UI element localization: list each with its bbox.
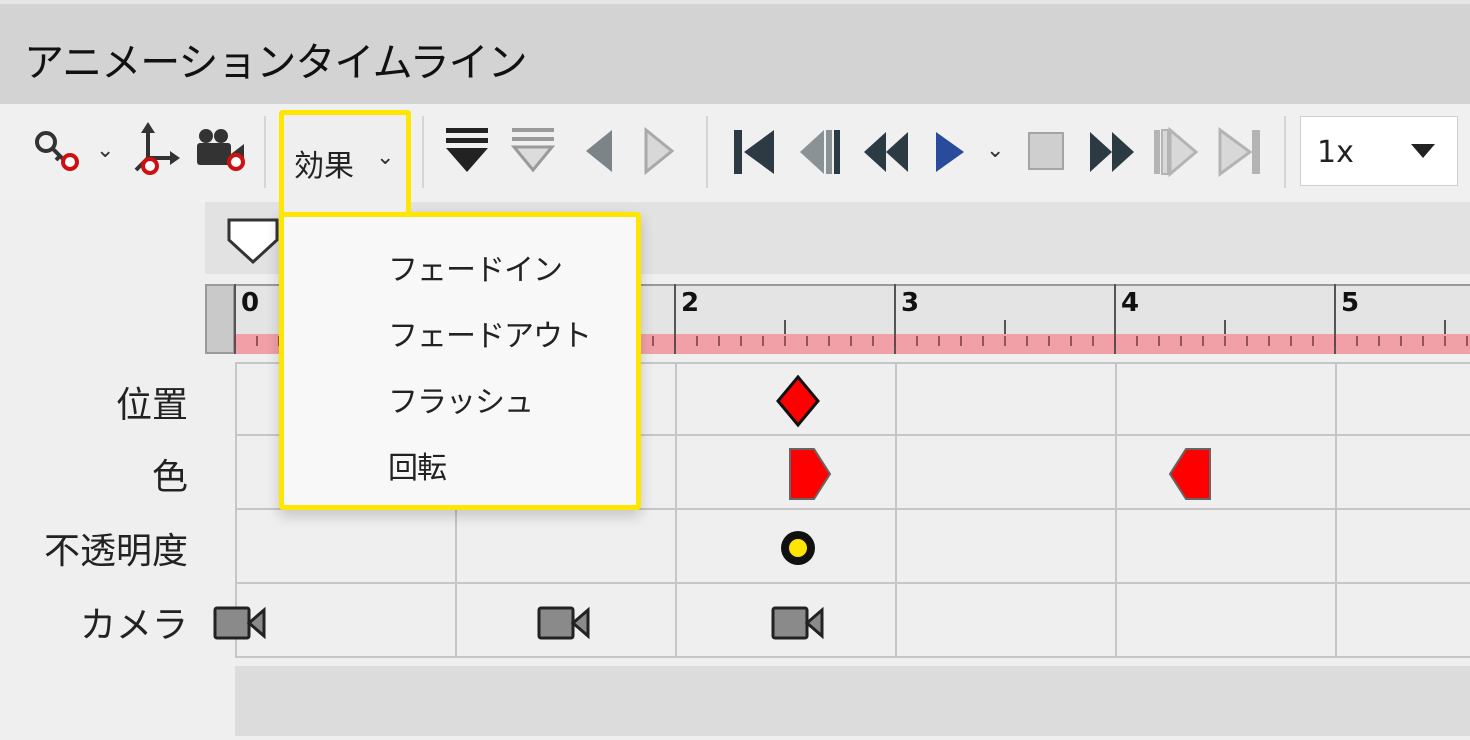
track-label-camera: カメラ — [79, 605, 188, 646]
keyframe-ease-out[interactable] — [786, 446, 834, 502]
step-forward-icon[interactable] — [1150, 126, 1202, 178]
camera-record-icon[interactable] — [194, 126, 248, 174]
ruler-label: 4 — [1121, 288, 1140, 318]
keyframe-diamond[interactable] — [774, 374, 822, 428]
chevron-down-icon[interactable]: ⌄ — [96, 138, 114, 163]
ruler-label: 0 — [241, 288, 260, 318]
horizontal-scrollbar[interactable] — [235, 666, 1470, 736]
toolbar-separator — [422, 116, 424, 188]
grid-line — [1115, 362, 1117, 658]
grid-line — [895, 362, 897, 658]
chevron-down-icon: ⌄ — [376, 145, 395, 170]
menu-item-fade-in[interactable]: フェードイン — [388, 245, 563, 289]
effects-button-label: 効果 — [294, 149, 354, 184]
grid-line — [235, 582, 1470, 584]
go-end-icon[interactable] — [1214, 126, 1266, 178]
move-axis-tool-icon[interactable] — [130, 122, 182, 178]
grid-line — [235, 656, 1470, 658]
fast-forward-icon[interactable] — [1086, 126, 1138, 178]
toolbar-separator — [706, 116, 708, 188]
remove-keyframe-icon[interactable] — [510, 126, 556, 178]
playback-speed-value: 1x — [1317, 135, 1354, 170]
grid-line — [1335, 362, 1337, 658]
stop-icon[interactable] — [1026, 130, 1066, 174]
camera-keyframe-icon[interactable] — [536, 604, 592, 644]
menu-item-fade-out[interactable]: フェードアウト — [388, 311, 592, 355]
toolbar-separator — [1284, 116, 1286, 188]
menu-item-rotate[interactable]: 回転 — [388, 443, 447, 487]
prev-arrow-icon[interactable] — [580, 126, 616, 178]
playhead-handle-icon[interactable] — [225, 216, 281, 266]
track-label-position: 位置 — [115, 385, 188, 426]
effects-dropdown-button[interactable]: 効果 ⌄ — [279, 110, 411, 212]
menu-item-flash[interactable]: フラッシュ — [388, 377, 534, 421]
track-label-color: 色 — [151, 457, 188, 498]
playback-speed-select[interactable]: 1x — [1300, 116, 1458, 186]
effects-menu: フェードイン フェードアウト フラッシュ 回転 — [279, 212, 641, 510]
play-icon[interactable] — [930, 126, 970, 178]
insert-keyframe-icon[interactable] — [444, 126, 490, 178]
ruler-label: 5 — [1341, 288, 1360, 318]
camera-keyframe-icon[interactable] — [770, 604, 826, 644]
next-arrow-icon[interactable] — [640, 126, 676, 178]
toolbar: ⌄ ⌄ — [0, 104, 1470, 202]
dropdown-arrow-icon — [1411, 144, 1435, 158]
track-label-opacity: 不透明度 — [43, 531, 188, 572]
rewind-icon[interactable] — [860, 126, 912, 178]
grid-line — [675, 362, 677, 658]
step-back-icon[interactable] — [796, 126, 844, 178]
toolbar-separator — [264, 116, 266, 188]
panel-header: アニメーションタイムライン — [0, 0, 1470, 104]
panel-title: アニメーションタイムライン — [24, 40, 528, 86]
ruler-label: 2 — [681, 288, 700, 318]
keyframe-ease-in[interactable] — [1166, 446, 1214, 502]
keyframe-circle[interactable] — [774, 524, 822, 572]
chevron-down-icon[interactable]: ⌄ — [986, 138, 1004, 163]
key-tool-icon[interactable] — [32, 126, 82, 176]
ruler-label: 3 — [901, 288, 920, 318]
go-start-icon[interactable] — [730, 126, 778, 178]
camera-keyframe-icon[interactable] — [212, 604, 268, 644]
